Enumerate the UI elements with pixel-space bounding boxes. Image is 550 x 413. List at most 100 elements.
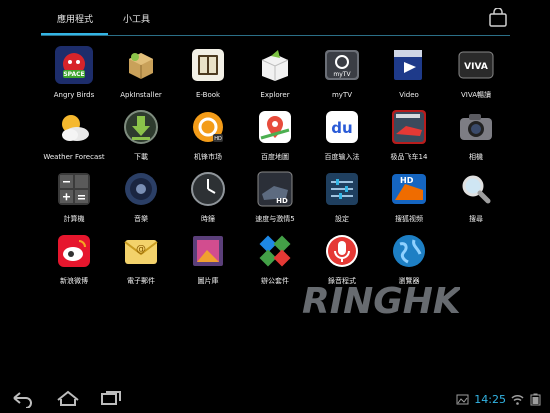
svg-text:du: du [331,119,352,137]
app-music[interactable]: 音樂 [107,170,175,232]
recent-apps-button[interactable] [97,388,123,408]
svg-text:myTV: myTV [333,71,351,78]
app-mytv[interactable]: myTV myTV [308,46,376,108]
system-navigation-bar: 14:25 [0,383,550,413]
market-store-button[interactable] [486,7,510,28]
gallery-icon [189,232,227,270]
calculator-icon [55,170,93,208]
search-icon [457,170,495,208]
header-divider [41,35,510,36]
sound-recorder-icon [323,232,361,270]
status-clock: 14:25 [474,392,506,406]
app-gfan-market[interactable]: HD 机锋市场 [174,108,242,170]
back-button[interactable] [10,388,36,409]
app-label: Weather Forecast [43,153,105,161]
settings-icon [323,170,361,208]
camera-icon [457,108,495,146]
wifi-icon [511,393,524,406]
mytv-icon: myTV [323,46,361,84]
svg-text:HD: HD [214,136,222,142]
tab-widgets[interactable]: 小工具 [123,12,150,25]
video-icon [390,46,428,84]
recent-apps-icon [101,391,121,405]
app-label: 新浪微博 [60,277,88,285]
app-label: 百度输入法 [324,153,360,161]
app-label: 音樂 [134,215,148,223]
sohu-video-icon: HD [390,170,428,208]
back-icon [13,392,32,409]
explorer-icon [256,46,294,84]
app-clock[interactable]: 時鐘 [174,170,242,232]
app-apkinstaller[interactable]: ApkInstaller [107,46,175,108]
app-explorer[interactable]: Explorer [241,46,309,108]
app-download[interactable]: 下載 [107,108,175,170]
music-icon [122,170,160,208]
app-label: 下載 [134,153,148,161]
tab-apps[interactable]: 應用程式 [57,12,93,25]
gfan-market-icon: HD [189,108,227,146]
app-label: 速度与激情5 [255,215,295,223]
app-label: 机锋市场 [194,153,222,161]
app-label: 搜狐视频 [395,215,423,223]
app-label: 電子郵件 [127,277,155,285]
app-viva[interactable]: VIVA VIVA暢讀 [442,46,510,108]
app-baidu-map[interactable]: 百度地圖 [241,108,309,170]
app-label: 百度地圖 [261,153,289,161]
app-label: Explorer [260,91,290,99]
ringhk-watermark: RINGHK [300,275,464,323]
weibo-icon [55,232,93,270]
app-weibo[interactable]: 新浪微博 [40,232,108,294]
app-email[interactable]: @ 電子郵件 [107,232,175,294]
email-icon: @ [122,232,160,270]
app-label: 時鐘 [201,215,215,223]
baidu-input-icon: du [323,108,361,146]
clock-icon [189,170,227,208]
browser-icon [390,232,428,270]
app-label: 搜尋 [469,215,483,223]
app-label: 极品飞车14 [390,153,428,161]
download-icon [122,108,160,146]
app-angry-birds[interactable]: SPACE Angry Birds [40,46,108,108]
screenshot-notification-icon [456,393,469,406]
status-area[interactable]: 14:25 [456,391,542,407]
app-label: VIVA暢讀 [461,91,491,99]
app-office-suite[interactable]: 辦公套件 [241,232,309,294]
app-camera[interactable]: 相機 [442,108,510,170]
app-search[interactable]: 搜尋 [442,170,510,232]
app-ebook[interactable]: E-Book [174,46,242,108]
app-video[interactable]: Video [375,46,443,108]
baidu-map-icon [256,108,294,146]
apk-installer-icon [122,46,160,84]
app-label: myTV [331,91,353,99]
app-need-for-speed[interactable]: 极品飞车14 [375,108,443,170]
app-label: 計算機 [63,215,85,223]
home-button[interactable] [55,388,81,408]
need-for-speed-icon [390,108,428,146]
svg-text:VIVA: VIVA [464,62,488,72]
app-label: 相機 [469,153,483,161]
app-calculator[interactable]: 計算機 [40,170,108,232]
app-sohu-video[interactable]: HD 搜狐视频 [375,170,443,232]
watermark-text: RINGHK [302,281,460,322]
app-label: 辦公套件 [261,277,289,285]
app-label: 圖片庫 [197,277,219,285]
app-label: ApkInstaller [120,91,162,99]
svg-text:HD: HD [276,197,288,205]
app-gallery[interactable]: 圖片庫 [174,232,242,294]
app-label: Angry Birds [53,91,95,99]
app-drawer-header: 應用程式 小工具 [0,0,550,38]
angry-birds-icon: SPACE [55,46,93,84]
app-settings[interactable]: 設定 [308,170,376,232]
office-suite-icon [256,232,294,270]
home-icon [57,390,79,406]
ebook-icon [189,46,227,84]
app-fast-five[interactable]: HD 速度与激情5 [241,170,309,232]
svg-text:@: @ [136,244,146,255]
app-label: Video [399,91,419,99]
app-baidu-input[interactable]: du 百度输入法 [308,108,376,170]
fast-five-icon: HD [256,170,294,208]
battery-icon [529,393,542,406]
app-weather-forecast[interactable]: Weather Forecast [40,108,108,170]
app-label: 設定 [335,215,349,223]
shopping-bag-icon [489,7,507,27]
